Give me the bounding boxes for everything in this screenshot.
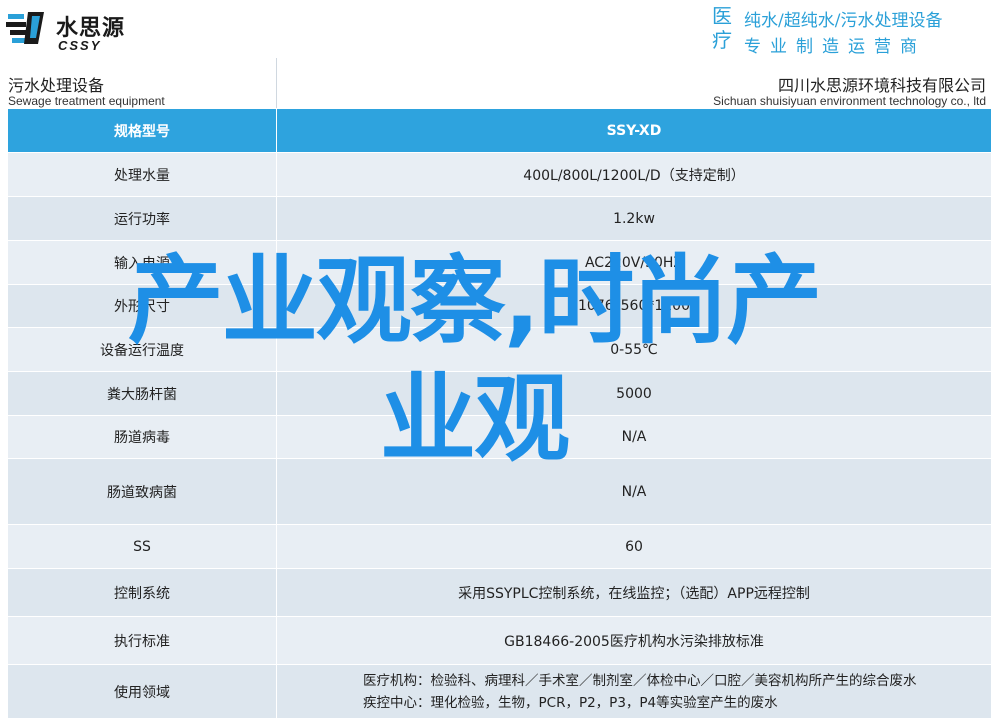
row-value: 400L/800L/1200L/D（支持定制） (276, 152, 992, 197)
table-row: 控制系统 采用SSYPLC控制系统，在线监控；（选配）APP远程控制 (8, 568, 992, 617)
row-label: 粪大肠杆菌 (8, 371, 277, 416)
table-header-row: 规格型号 SSY-XD (8, 109, 992, 153)
table-row: SS 60 (8, 524, 992, 569)
row-value: N/A (276, 458, 992, 525)
company-logo[interactable]: 水思源 CSSY (6, 4, 136, 54)
header-model-cell: SSY-XD (276, 109, 992, 153)
header-label-cell: 规格型号 (8, 109, 277, 153)
row-label: 使用领域 (8, 664, 277, 719)
row-label: 运行功率 (8, 196, 277, 241)
row-value: N/A (276, 415, 992, 459)
row-value: 1.2kw (276, 196, 992, 241)
usage-cdc: 疾控中心：理化检验，生物，PCR，P2，P3，P4等实验室产生的废水 (363, 694, 778, 711)
row-label: 肠道致病菌 (8, 458, 277, 525)
row-label: 输入电源 (8, 240, 277, 285)
product-subheader: 污水处理设备 Sewage treatment equipment 四川水思源环… (8, 56, 992, 108)
table-row: 使用领域 医疗机构：检验科、病理科／手术室／制剂室／体检中心／口腔／美容机构所产… (8, 664, 992, 719)
product-category-en: Sewage treatment equipment (8, 94, 165, 108)
row-label: 处理水量 (8, 152, 277, 197)
table-row: 肠道病毒 N/A (8, 415, 992, 459)
row-value-multiline: 医疗机构：检验科、病理科／手术室／制剂室／体检中心／口腔／美容机构所产生的综合废… (276, 664, 992, 719)
row-label: SS (8, 524, 277, 569)
row-value: 采用SSYPLC控制系统，在线监控；（选配）APP远程控制 (276, 568, 992, 617)
row-value: 1076*560*1100 (276, 284, 992, 328)
table-row: 处理水量 400L/800L/1200L/D（支持定制） (8, 152, 992, 197)
row-label: 执行标准 (8, 616, 277, 665)
table-row: 输入电源 AC220V/50HZ (8, 240, 992, 285)
tagline-products: 纯水/超纯水/污水处理设备 (744, 11, 943, 31)
tagline-slogan: 专业制造运营商 (744, 37, 926, 57)
table-row: 设备运行温度 0-55℃ (8, 327, 992, 372)
table-row: 运行功率 1.2kw (8, 196, 992, 241)
company-name-en: Sichuan shuisiyuan environment technolog… (713, 94, 986, 108)
header-tagline: 医疗 纯水/超纯水/污水处理设备 专业制造运营商 (712, 4, 992, 57)
usage-medical: 医疗机构：检验科、病理科／手术室／制剂室／体检中心／口腔／美容机构所产生的综合废… (363, 672, 917, 689)
table-row: 粪大肠杆菌 5000 (8, 371, 992, 416)
page-header: 水思源 CSSY 医疗 纯水/超纯水/污水处理设备 专业制造运营商 (0, 0, 1000, 57)
row-value: 60 (276, 524, 992, 569)
row-label: 控制系统 (8, 568, 277, 617)
company-name-cn: 四川水思源环境科技有限公司 (777, 76, 986, 95)
row-label: 肠道病毒 (8, 415, 277, 459)
spec-table: 规格型号 SSY-XD 处理水量 400L/800L/1200L/D（支持定制）… (8, 109, 992, 719)
row-label: 设备运行温度 (8, 327, 277, 372)
row-value: AC220V/50HZ (276, 240, 992, 285)
row-value: GB18466-2005医疗机构水污染排放标准 (276, 616, 992, 665)
table-row: 外形尺寸 1076*560*1100 (8, 284, 992, 328)
table-row: 执行标准 GB18466-2005医疗机构水污染排放标准 (8, 616, 992, 665)
row-label: 外形尺寸 (8, 284, 277, 328)
logo-english-name: CSSY (58, 38, 102, 53)
logo-icon (6, 12, 44, 44)
subheader-divider (276, 58, 277, 108)
tagline-category: 医疗 (712, 4, 732, 52)
table-row: 肠道致病菌 N/A (8, 458, 992, 525)
product-category-cn: 污水处理设备 (8, 76, 105, 95)
row-value: 5000 (276, 371, 992, 416)
row-value: 0-55℃ (276, 327, 992, 372)
